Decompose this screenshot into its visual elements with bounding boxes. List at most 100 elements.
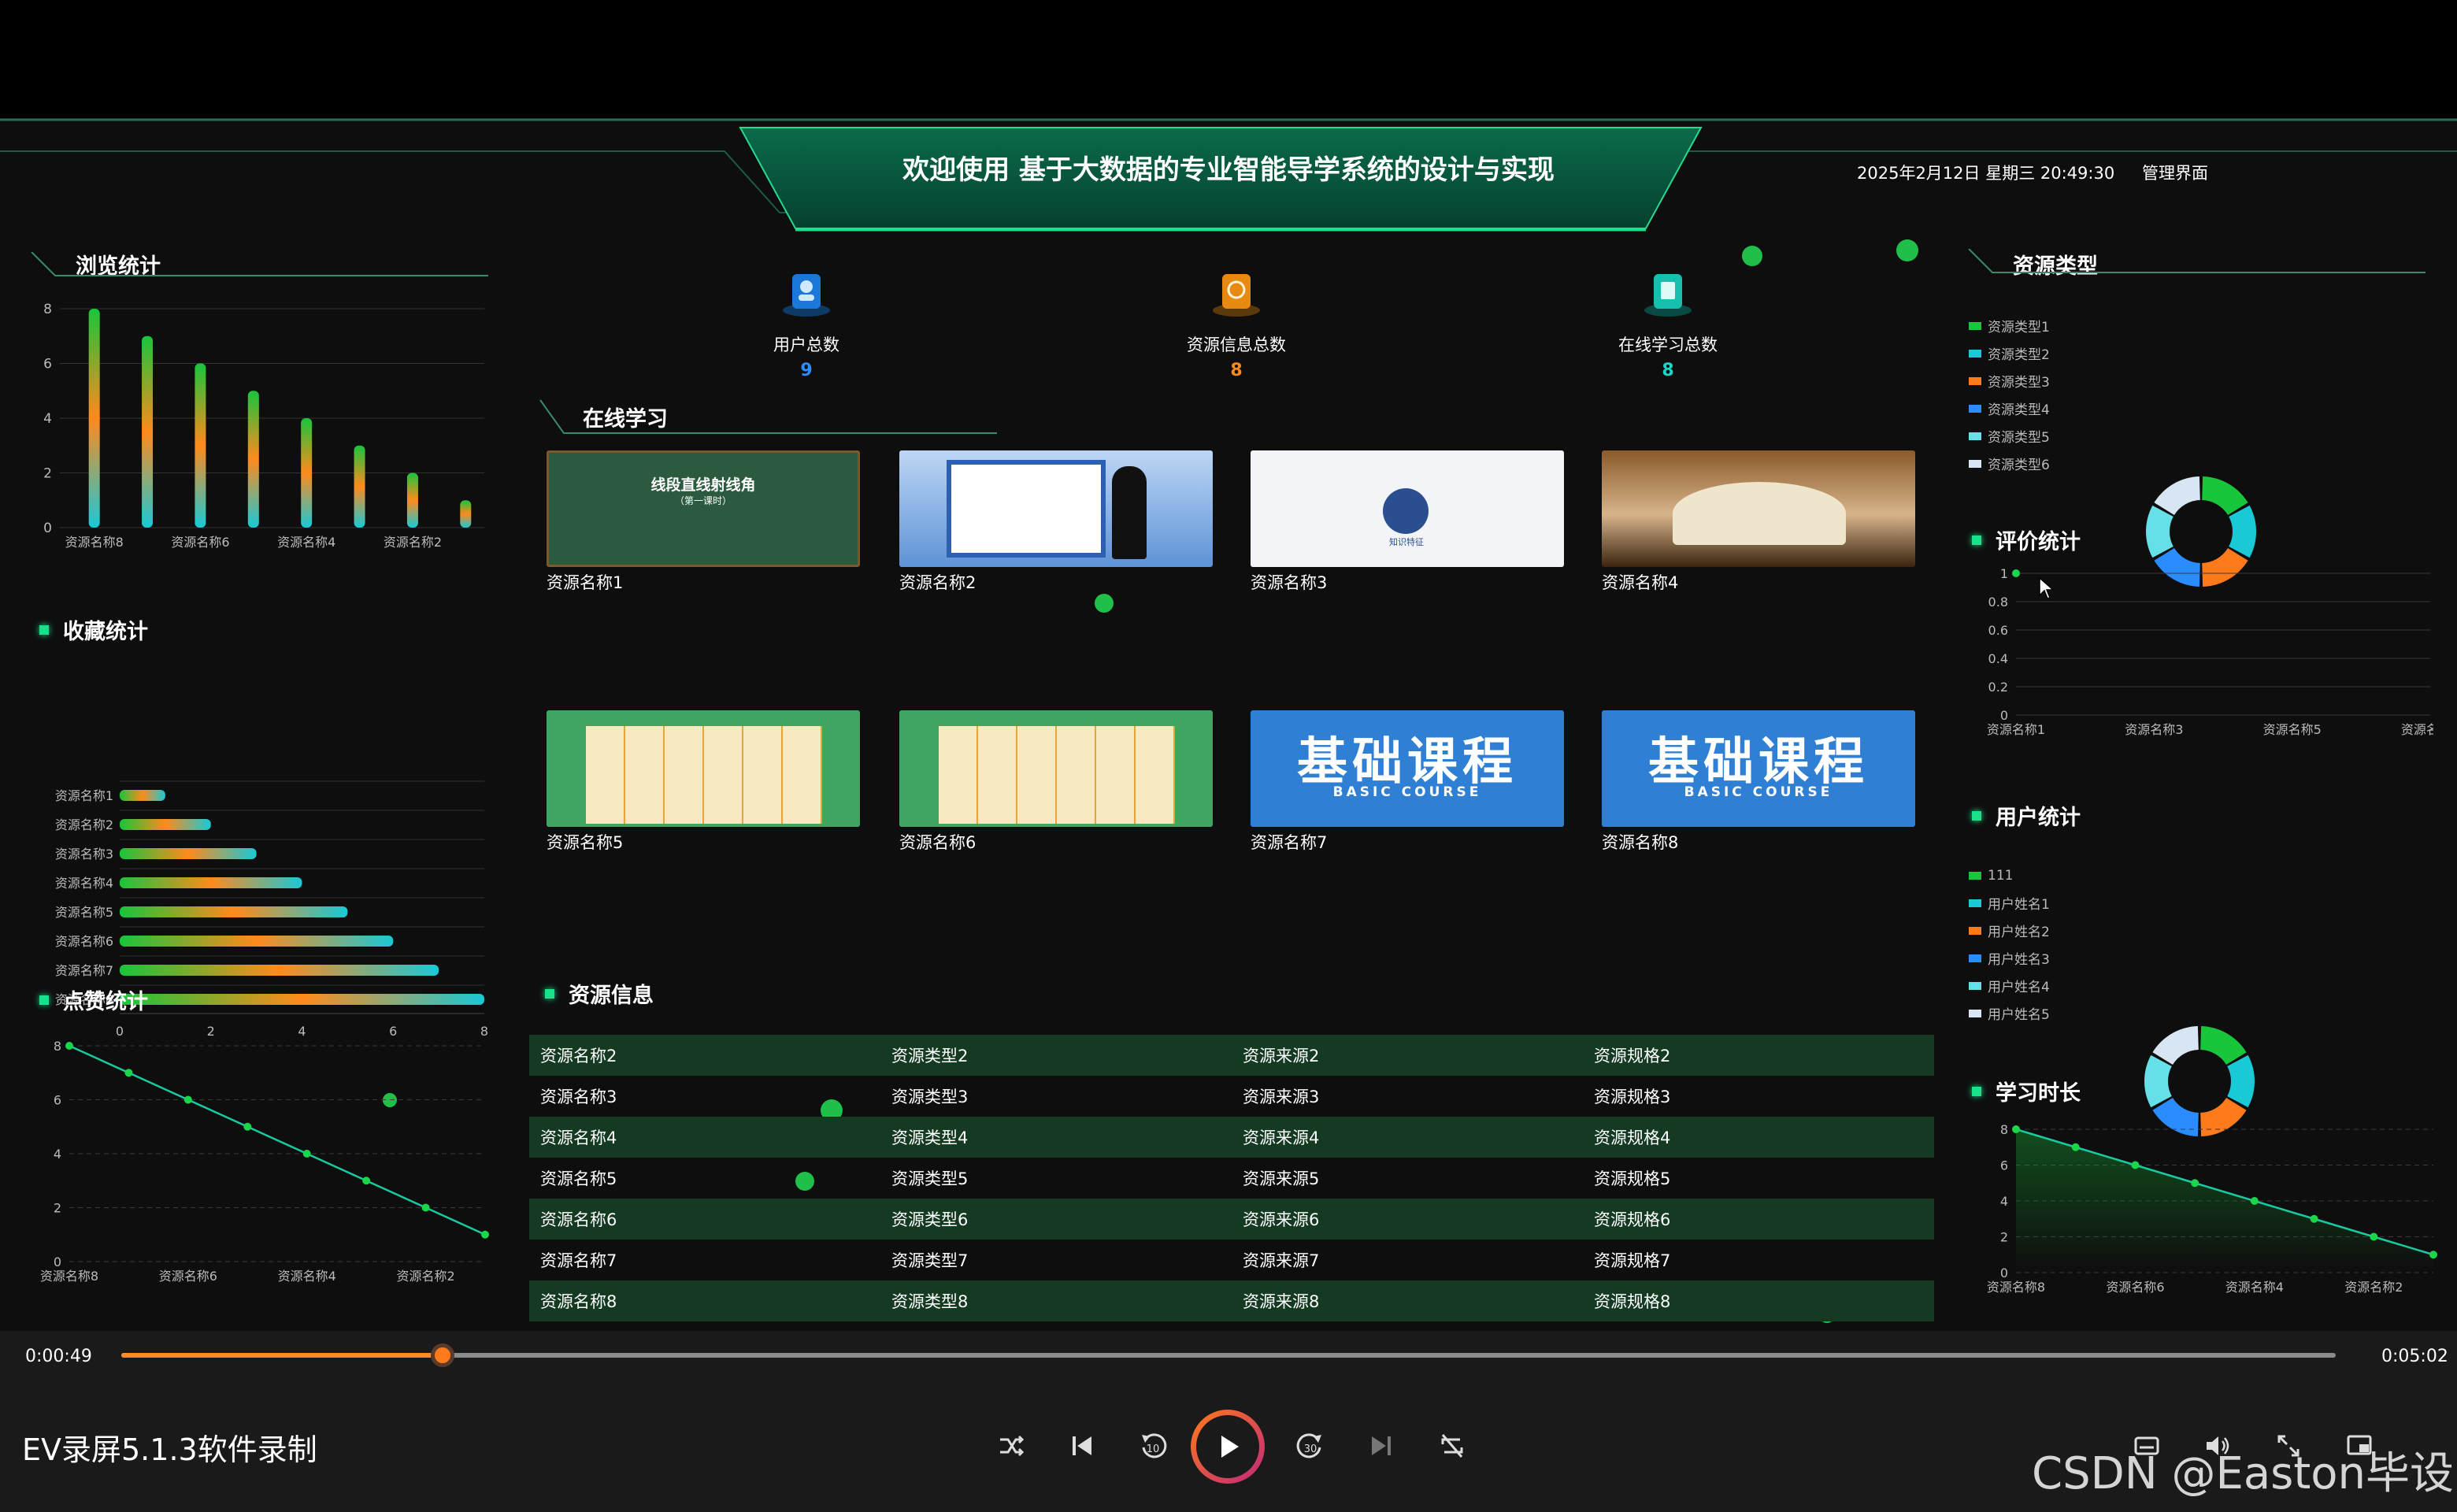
repeat-button[interactable]: [1430, 1424, 1474, 1468]
resource-card[interactable]: 知识特征 资源名称3: [1251, 450, 1564, 594]
thumbnail-text: 线段直线射线角: [650, 476, 756, 494]
progress-track[interactable]: [121, 1343, 2336, 1367]
x-tick-label: 资源名称2: [384, 535, 442, 550]
table-cell: 资源来源7: [1243, 1251, 1320, 1270]
x-tick-label: 资源名称4: [277, 535, 335, 550]
shuffle-button[interactable]: [989, 1424, 1033, 1468]
table-row[interactable]: 资源名称2 资源类型2 资源来源2 资源规格2: [529, 1035, 1934, 1076]
bar: [88, 309, 100, 528]
y-tick-label: 4: [2000, 1194, 2008, 1209]
y-tick-label: 4: [43, 411, 52, 427]
thumbnail-subtext: （第一课时）: [674, 495, 732, 506]
favorite-panel-title: 收藏统计: [39, 614, 148, 645]
legend-swatch: [1969, 349, 1981, 358]
legend-item[interactable]: 资源类型3: [1969, 367, 2050, 395]
table-row[interactable]: 资源名称5 资源类型5 资源来源5 资源规格5: [529, 1158, 1934, 1199]
stat-online-label: 在线学习总数: [1618, 335, 1718, 354]
play-button[interactable]: [1191, 1410, 1265, 1484]
legend-item[interactable]: 资源类型4: [1969, 395, 2050, 422]
legend-item[interactable]: 用户姓名3: [1969, 944, 2050, 972]
legend-swatch: [1969, 404, 1981, 413]
resource-thumbnail: 线段直线射线角 （第一课时）: [547, 450, 860, 567]
table-row[interactable]: 资源名称4 资源类型4 资源来源4 资源规格4: [529, 1117, 1934, 1158]
pie-slice: [2227, 1054, 2255, 1108]
data-point: [65, 1042, 73, 1050]
legend-item[interactable]: 资源类型5: [1969, 422, 2050, 450]
mindmap-circle-image: [1383, 488, 1429, 534]
legend-label: 用户姓名3: [1988, 952, 2050, 968]
data-point: [421, 1203, 430, 1212]
resource-name: 资源名称5: [547, 833, 624, 852]
y-tick-label: 0.8: [1988, 595, 2008, 610]
next-button[interactable]: [1359, 1424, 1403, 1468]
y-tick-label: 0: [2000, 708, 2008, 723]
table-row[interactable]: 资源名称7 资源类型7 资源来源7 资源规格7: [529, 1240, 1934, 1280]
progress-handle[interactable]: [430, 1343, 454, 1367]
table-row[interactable]: 资源名称8 资源类型8 资源来源8 资源规格8: [529, 1280, 1934, 1321]
previous-button[interactable]: [1060, 1424, 1104, 1468]
pie-slice: [2202, 476, 2248, 515]
data-point: [2131, 1161, 2140, 1169]
studytime-panel-title: 学习时长: [1972, 1076, 2081, 1106]
legend-item[interactable]: 资源类型2: [1969, 339, 2050, 367]
data-point: [2012, 569, 2020, 577]
table-row[interactable]: 资源名称6 资源类型6 资源来源6 资源规格6: [529, 1199, 1934, 1240]
resource-card[interactable]: 线段直线射线角 （第一课时） 资源名称1: [547, 450, 860, 594]
y-tick-label: 6: [54, 1093, 61, 1108]
studytime-chart: 0 2 4 6 8 资源名称8 资源名称6 资源名称4 资源名称2: [1987, 1122, 2437, 1295]
pie-slice: [2144, 1054, 2172, 1108]
y-tick-label: 0: [43, 521, 52, 536]
play-icon: [1221, 1436, 1239, 1458]
stat-users-value: 9: [800, 361, 813, 380]
rewind-10-icon: 10: [1142, 1433, 1167, 1458]
mouse-cursor-icon: [2039, 576, 2055, 599]
legend-item[interactable]: 资源类型1: [1969, 312, 2050, 339]
rewind-10-button[interactable]: 10: [1131, 1424, 1175, 1468]
resource-thumbnail: 基础课程 BASIC COURSE: [1251, 710, 1564, 827]
legend-item[interactable]: 用户姓名5: [1969, 999, 2050, 1027]
legend-item[interactable]: 用户姓名1: [1969, 889, 2050, 917]
resource-card[interactable]: 资源名称5: [547, 710, 860, 854]
admin-link[interactable]: 管理界面: [2142, 161, 2208, 184]
thumbnail-text: 基础课程: [1648, 733, 1869, 791]
y-tick-label: 2: [43, 466, 52, 482]
table-cell: 资源名称6: [540, 1210, 617, 1229]
restype-legend: 资源类型1 资源类型2 资源类型3 资源类型4 资源类型5 资源类型6: [1969, 312, 2050, 477]
table-row[interactable]: 资源名称3 资源类型3 资源来源3 资源规格3: [529, 1076, 1934, 1117]
resource-card[interactable]: 基础课程 BASIC COURSE 资源名称7: [1251, 710, 1564, 854]
legend-label: 资源类型3: [1988, 375, 2050, 391]
bar: [406, 472, 418, 528]
skip-next-icon: [1372, 1436, 1391, 1455]
area-fill: [2016, 1129, 2433, 1273]
x-tick-label: 资源名称6: [2106, 1280, 2164, 1295]
legend-label: 用户姓名2: [1988, 925, 2050, 940]
y-tick-label: 8: [54, 1039, 61, 1054]
pie-slice: [2154, 476, 2200, 515]
decor-dot: [1095, 594, 1114, 613]
table-cell: 资源规格8: [1594, 1292, 1671, 1311]
resource-card[interactable]: 基础课程 BASIC COURSE 资源名称8: [1602, 710, 1915, 854]
x-tick-label: 资源名称3: [2125, 722, 2183, 737]
stat-online: 在线学习总数 8: [1573, 260, 1762, 380]
y-tick-label: 资源名称7: [55, 963, 113, 978]
legend-item[interactable]: 111: [1969, 862, 2050, 889]
x-tick-label: 资源名称7: [2401, 722, 2433, 737]
forward-30-button[interactable]: 30: [1288, 1424, 1332, 1468]
thumbnail-text: 知识特征: [1389, 537, 1424, 547]
users-title-text: 用户统计: [1996, 806, 2081, 830]
legend-label: 资源类型4: [1988, 402, 2050, 418]
y-tick-label: 1: [2000, 566, 2008, 581]
stat-resources-value: 8: [1230, 361, 1243, 380]
legend-item[interactable]: 用户姓名4: [1969, 972, 2050, 999]
title-marker-icon: [39, 624, 49, 635]
resource-card[interactable]: 资源名称2: [899, 450, 1213, 594]
table-cell: 资源名称4: [540, 1128, 617, 1147]
resource-card[interactable]: 资源名称4: [1602, 450, 1915, 594]
legend-label: 111: [1988, 867, 2014, 884]
legend-label: 用户姓名5: [1988, 1007, 2050, 1023]
browse-chart: 0 2 4 6 8 资源名称8 资源名称6 资源名称4 资源名称2: [43, 302, 484, 550]
table-cell: 资源名称8: [540, 1292, 617, 1311]
resource-card[interactable]: 资源名称6: [899, 710, 1213, 854]
legend-item[interactable]: 用户姓名2: [1969, 917, 2050, 944]
legend-item[interactable]: 资源类型6: [1969, 450, 2050, 477]
